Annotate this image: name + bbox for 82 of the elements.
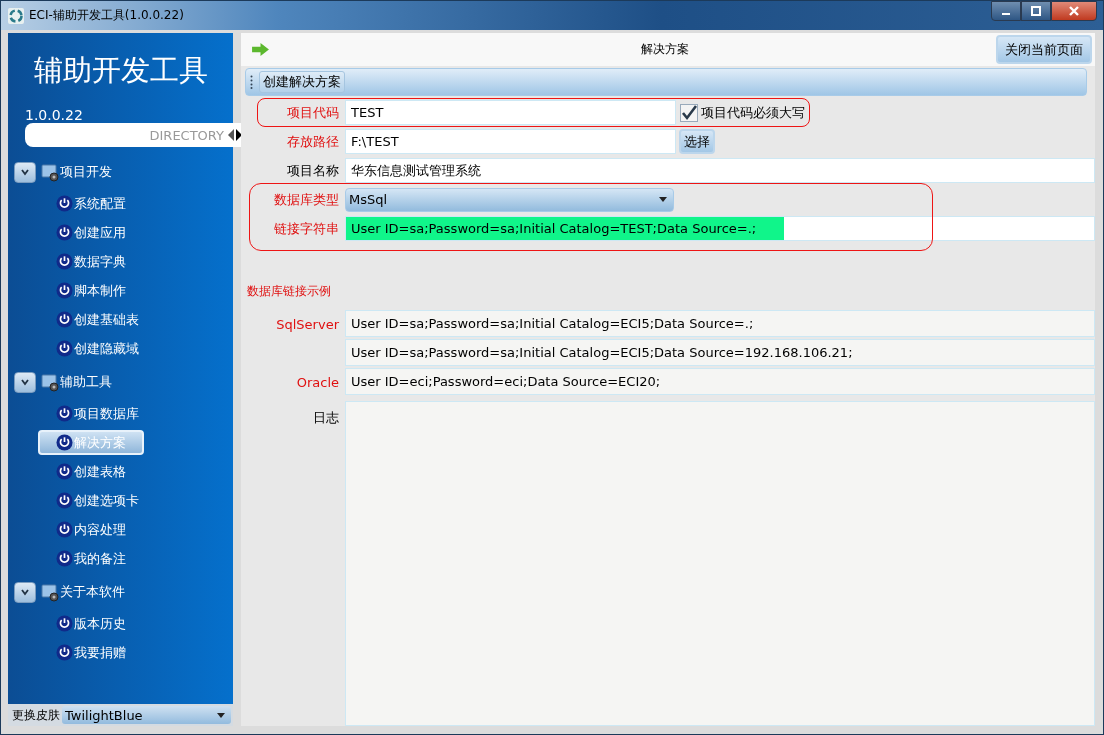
expand-toggle[interactable] xyxy=(14,581,36,603)
app-logo-icon xyxy=(8,7,24,24)
create-solution-button[interactable]: 创建解决方案 xyxy=(259,71,345,93)
examples-heading: 数据库链接示例 xyxy=(247,283,332,300)
maximize-button[interactable] xyxy=(1021,1,1051,21)
folder-gear-icon xyxy=(40,582,60,602)
browse-button[interactable]: 选择 xyxy=(679,129,715,154)
field-value: 华东信息测试管理系统 xyxy=(351,161,481,180)
input-field[interactable]: User ID=sa;Password=sa;Initial Catalog=TEST;Data Source=.; xyxy=(345,216,1095,241)
example-text[interactable]: User ID=sa;Password=sa;Initial Catalog=ECI5;Data Source=192.168.106.21; xyxy=(345,339,1095,366)
field-label: 存放路径 xyxy=(286,132,340,151)
close-page-button[interactable]: 关闭当前页面 xyxy=(996,35,1092,64)
caret-icon xyxy=(659,197,667,202)
example-text[interactable]: User ID=eci;Password=eci;Data Source=ECI20; xyxy=(345,368,1095,395)
input-field[interactable]: F:\TEST xyxy=(345,129,676,154)
power-icon xyxy=(56,282,73,299)
log-label: 日志 xyxy=(313,409,339,427)
power-icon xyxy=(56,644,73,661)
power-icon xyxy=(56,521,73,538)
sidebar-item[interactable]: 创建基础表 xyxy=(40,307,141,332)
close-icon xyxy=(1068,5,1080,17)
power-icon xyxy=(56,253,73,270)
skin-dropdown[interactable]: TwilightBlue xyxy=(62,706,231,724)
sidebar-item[interactable]: 我要捐赠 xyxy=(40,640,128,665)
checkbox-label: 项目代码必须大写 xyxy=(701,103,805,122)
version-text: 1.0.0.22 xyxy=(25,107,84,123)
maximize-icon xyxy=(1030,5,1042,17)
expand-toggle[interactable] xyxy=(14,161,36,183)
power-icon xyxy=(56,224,73,241)
power-icon xyxy=(56,463,73,480)
checkbox[interactable] xyxy=(680,103,698,122)
sidebar-item[interactable]: 系统配置 xyxy=(40,191,128,216)
app-name: 辅助开发工具 xyxy=(32,52,209,89)
database-type-dropdown[interactable]: MsSql xyxy=(345,187,674,212)
section-label[interactable]: 辅助工具 xyxy=(60,373,112,391)
grip-icon xyxy=(250,75,253,89)
power-icon xyxy=(56,311,73,328)
sidebar-item[interactable]: 创建表格 xyxy=(40,459,128,484)
sidebar-item[interactable]: 数据字典 xyxy=(40,249,128,274)
field-value: User ID=sa;Password=sa;Initial Catalog=TEST;Data Source=.; xyxy=(346,217,785,240)
sidebar-item[interactable]: 版本历史 xyxy=(40,611,128,636)
chevron-icon xyxy=(20,377,30,387)
sidebar-item[interactable]: 我的备注 xyxy=(40,546,128,571)
sidebar-item[interactable]: 创建隐藏域 xyxy=(40,336,141,361)
field-label: 项目代码 xyxy=(286,103,340,122)
directory-label: DIRECTORY xyxy=(149,127,224,143)
input-field[interactable]: TEST xyxy=(345,100,676,125)
sidebar-item[interactable]: 创建选项卡 xyxy=(40,488,141,513)
minimize-icon xyxy=(1002,13,1010,15)
power-icon xyxy=(56,550,73,567)
example-text[interactable]: User ID=sa;Password=sa;Initial Catalog=ECI5;Data Source=.; xyxy=(345,310,1095,337)
power-icon xyxy=(56,615,73,632)
sidebar-item[interactable]: 脚本制作 xyxy=(40,278,128,303)
power-icon xyxy=(56,340,73,357)
minimize-button[interactable] xyxy=(991,1,1021,21)
database-label: SqlServer xyxy=(276,317,339,332)
database-label: Oracle xyxy=(296,375,339,390)
sidebar-item[interactable]: 内容处理 xyxy=(40,517,128,542)
field-label: 链接字符串 xyxy=(273,219,340,238)
power-icon xyxy=(56,434,73,451)
power-icon xyxy=(56,195,73,212)
input-field[interactable]: 华东信息测试管理系统 xyxy=(345,158,1095,183)
folder-gear-icon xyxy=(40,372,60,392)
skin-label: 更换皮肤 xyxy=(12,706,60,724)
field-label: 数据库类型 xyxy=(273,190,340,209)
window-title: ECI-辅助开发工具(1.0.0.22) xyxy=(29,7,184,24)
chevron-icon xyxy=(20,587,30,597)
caret-icon xyxy=(217,712,225,718)
right-arrow-icon xyxy=(251,42,270,57)
collapse-arrows-icon[interactable] xyxy=(227,128,243,142)
page-title: 解决方案 xyxy=(641,41,689,58)
section-label[interactable]: 关于本软件 xyxy=(60,583,125,601)
folder-gear-icon xyxy=(40,162,60,182)
power-icon xyxy=(56,405,73,422)
expand-toggle[interactable] xyxy=(14,371,36,393)
field-label: 项目名称 xyxy=(286,161,340,180)
close-button[interactable] xyxy=(1051,1,1097,21)
power-icon xyxy=(56,492,73,509)
chevron-icon xyxy=(20,167,30,177)
sidebar-item[interactable]: 项目数据库 xyxy=(40,401,141,426)
sidebar-item[interactable]: 创建应用 xyxy=(40,220,128,245)
section-label[interactable]: 项目开发 xyxy=(60,163,112,181)
